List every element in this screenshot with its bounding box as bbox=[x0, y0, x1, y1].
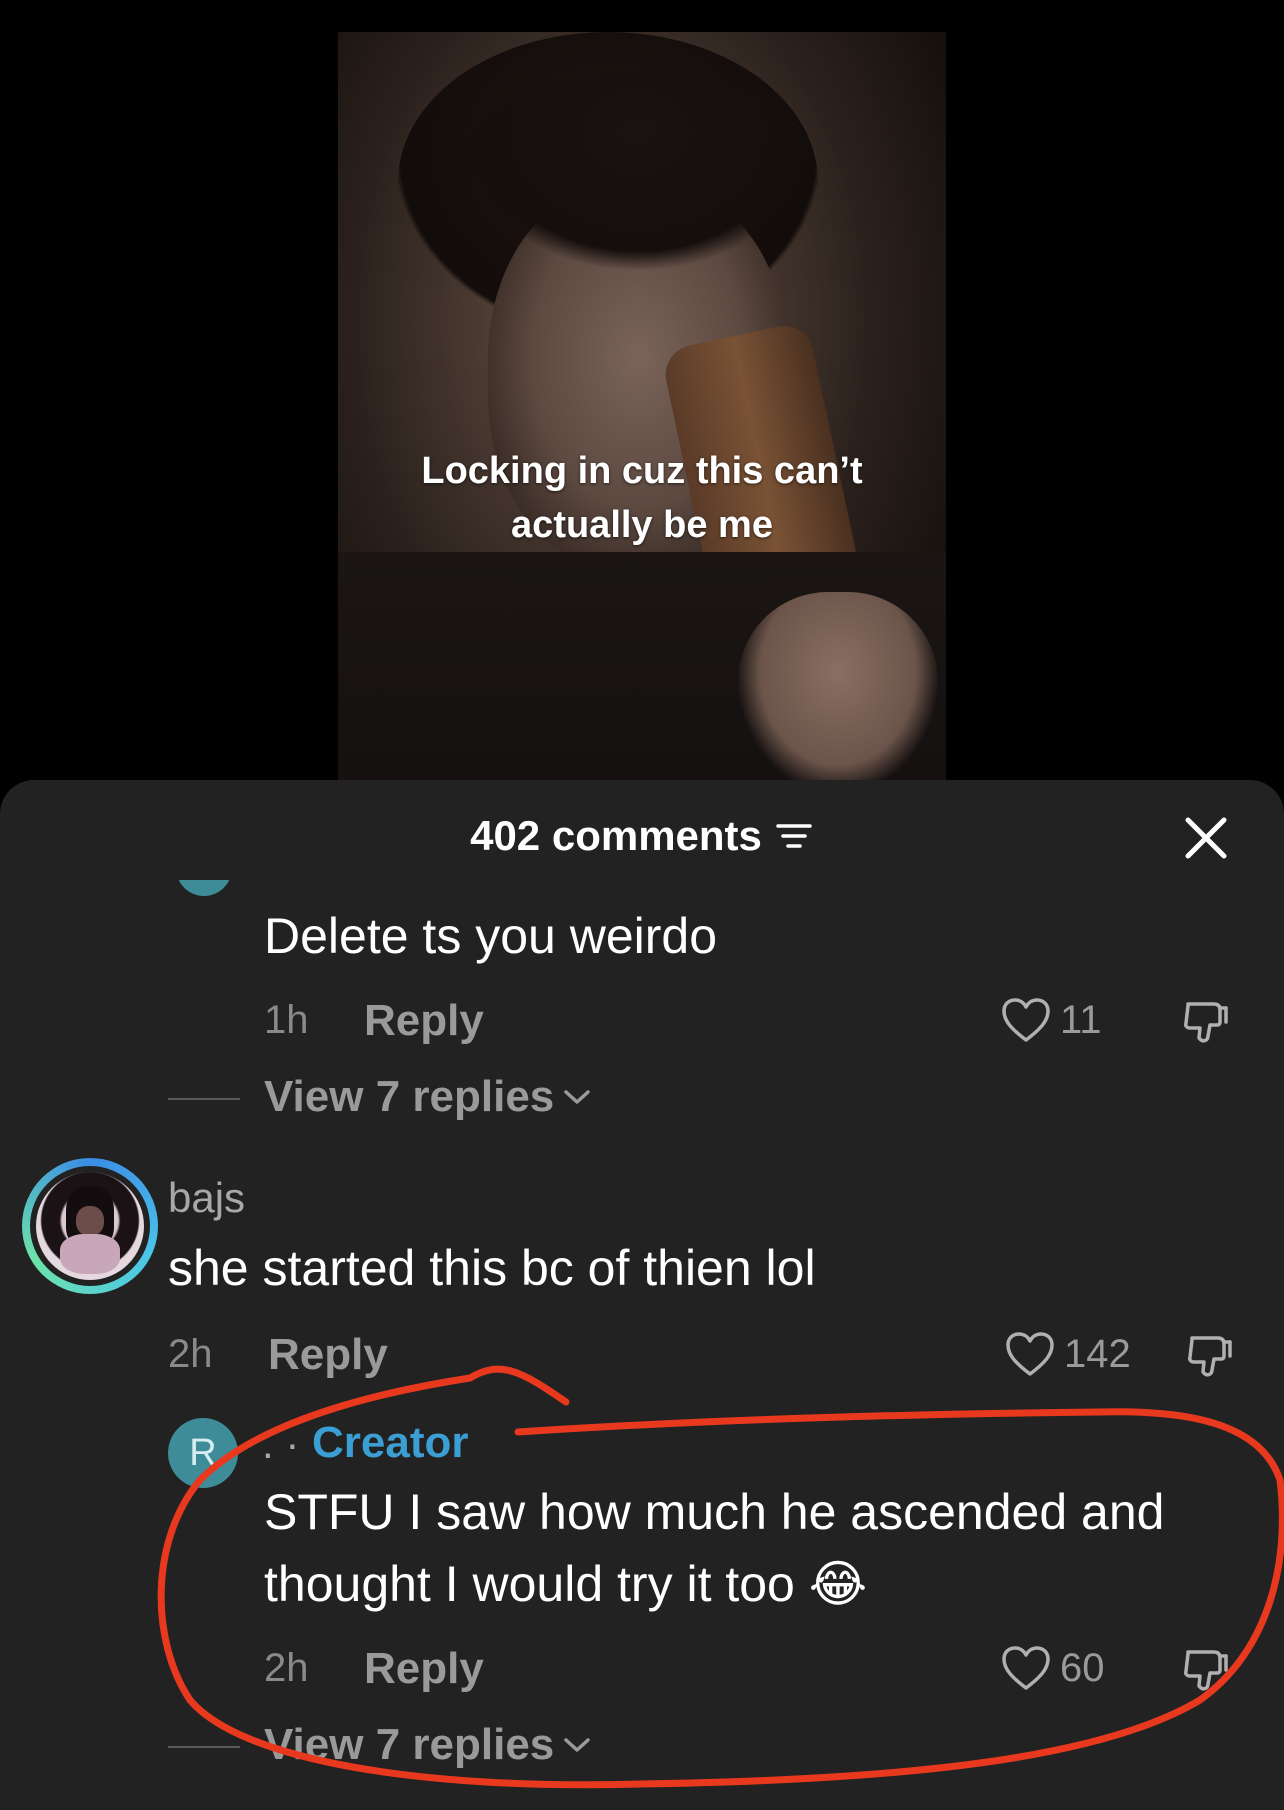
heart-icon bbox=[1002, 1646, 1050, 1690]
caption-line-2: actually be me bbox=[511, 504, 773, 546]
close-icon[interactable] bbox=[1180, 812, 1232, 864]
chevron-down-icon bbox=[564, 1738, 591, 1752]
video-caption: Locking in cuz this can’t actually be me bbox=[338, 444, 946, 552]
comments-header: 402 comments bbox=[0, 812, 1284, 860]
comment-time: 2h bbox=[168, 1332, 213, 1376]
like-count: 60 bbox=[1060, 1645, 1105, 1690]
avatar[interactable] bbox=[36, 1172, 144, 1280]
view-replies-button[interactable]: View 7 replies bbox=[264, 1072, 592, 1122]
replies-divider bbox=[168, 1098, 240, 1100]
heart-icon bbox=[1006, 1332, 1054, 1376]
comment-text-line-1: STFU I saw how much he ascended and bbox=[264, 1484, 1165, 1540]
like-count: 11 bbox=[1060, 997, 1102, 1042]
view-replies-label: View 7 replies bbox=[264, 1072, 555, 1121]
reply-username[interactable]: . · bbox=[262, 1420, 299, 1468]
reply-button[interactable]: Reply bbox=[364, 996, 484, 1046]
like-button[interactable]: 11 bbox=[1000, 996, 1102, 1044]
like-button[interactable]: 142 bbox=[1004, 1330, 1131, 1378]
comment-username[interactable]: bajs bbox=[168, 1174, 245, 1222]
comment-text: she started this bc of thien lol bbox=[168, 1240, 816, 1296]
like-count: 142 bbox=[1064, 1331, 1131, 1376]
comments-count: 402 comments bbox=[470, 812, 762, 859]
view-replies-label: View 7 replies bbox=[264, 1720, 555, 1769]
like-button[interactable]: 60 bbox=[1000, 1644, 1105, 1692]
filter-icon[interactable] bbox=[774, 820, 814, 852]
reply-button[interactable]: Reply bbox=[268, 1330, 388, 1380]
video-hand bbox=[738, 592, 938, 792]
reply-button[interactable]: Reply bbox=[364, 1644, 484, 1694]
comment-text-line-2: thought I would try it too 😂 bbox=[264, 1556, 868, 1612]
video-frame[interactable]: Locking in cuz this can’t actually be me bbox=[338, 32, 946, 792]
dislike-icon[interactable] bbox=[1184, 1330, 1236, 1382]
comment-text: Delete ts you weirdo bbox=[264, 908, 718, 964]
avatar[interactable]: R bbox=[168, 1418, 238, 1488]
creator-badge: Creator bbox=[312, 1418, 469, 1467]
caption-line-1: Locking in cuz this can’t bbox=[421, 450, 863, 492]
dislike-icon[interactable] bbox=[1180, 996, 1232, 1048]
view-replies-button[interactable]: View 7 replies bbox=[264, 1720, 592, 1770]
replies-divider bbox=[168, 1746, 240, 1748]
comment-time: 1h bbox=[264, 998, 309, 1042]
chevron-down-icon bbox=[564, 1090, 591, 1104]
avatar[interactable] bbox=[176, 880, 232, 908]
comment-time: 2h bbox=[264, 1646, 309, 1690]
heart-icon bbox=[1002, 998, 1050, 1042]
dislike-icon[interactable] bbox=[1180, 1644, 1232, 1696]
video-fringe bbox=[458, 72, 818, 272]
